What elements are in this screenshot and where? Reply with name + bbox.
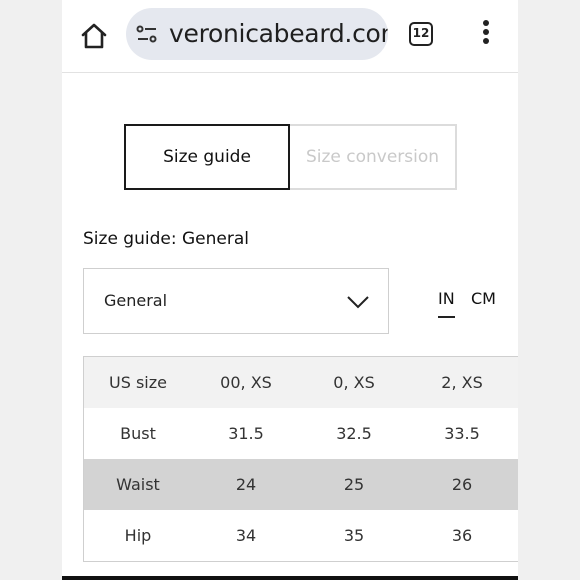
- table-header-cell: US size: [109, 373, 167, 392]
- table-row: Waist 24 25 26: [84, 459, 518, 510]
- table-cell: 36: [451, 526, 473, 545]
- tab-size-guide-label: Size guide: [163, 147, 251, 167]
- table-row: Bust 31.5 32.5 33.5: [84, 408, 518, 459]
- table-cell: 33.5: [444, 424, 480, 443]
- table-cell: 25: [343, 475, 365, 494]
- tab-size-conversion[interactable]: Size conversion: [290, 124, 457, 190]
- table-cell: 31.5: [228, 424, 264, 443]
- table-cell: 26: [451, 475, 473, 494]
- table-row: Hip 34 35 36: [84, 510, 518, 562]
- bottom-divider: [62, 576, 518, 580]
- table-header-row: US size 00, XS 0, XS 2, XS: [84, 357, 518, 408]
- table-cell: 34: [235, 526, 257, 545]
- home-icon[interactable]: [80, 22, 108, 50]
- select-value: General: [104, 291, 168, 310]
- browser-toolbar: veronicabeard.com 12: [62, 0, 518, 73]
- table-row-label: Waist: [116, 475, 160, 494]
- table-header-cell: 2, XS: [441, 373, 483, 392]
- url-text: veronicabeard.com: [169, 19, 388, 48]
- table-row-label: Bust: [120, 424, 156, 443]
- table-cell: 32.5: [336, 424, 372, 443]
- tab-size-conversion-label: Size conversion: [305, 147, 440, 167]
- size-table: US size 00, XS 0, XS 2, XS Bust 31.5 32.…: [83, 356, 518, 562]
- tab-count: 12: [412, 26, 430, 40]
- table-row-label: Hip: [124, 526, 152, 545]
- table-header-cell: 00, XS: [220, 373, 272, 392]
- tabs-icon[interactable]: 12: [409, 22, 433, 46]
- chevron-down-icon: [346, 291, 370, 311]
- unit-toggle-cm[interactable]: CM: [471, 289, 496, 308]
- address-bar[interactable]: veronicabeard.com: [126, 8, 388, 60]
- more-vert-icon[interactable]: [480, 20, 492, 50]
- size-category-select[interactable]: General: [83, 268, 389, 334]
- section-title: Size guide: General: [83, 229, 249, 249]
- tab-size-guide[interactable]: Size guide: [124, 124, 290, 190]
- site-settings-icon[interactable]: [136, 24, 158, 46]
- table-cell: 24: [235, 475, 257, 494]
- table-cell: 35: [343, 526, 365, 545]
- table-header-cell: 0, XS: [333, 373, 375, 392]
- unit-toggle-in[interactable]: IN: [438, 289, 455, 318]
- phone-screen: veronicabeard.com 12 Size guide Size con…: [62, 0, 518, 580]
